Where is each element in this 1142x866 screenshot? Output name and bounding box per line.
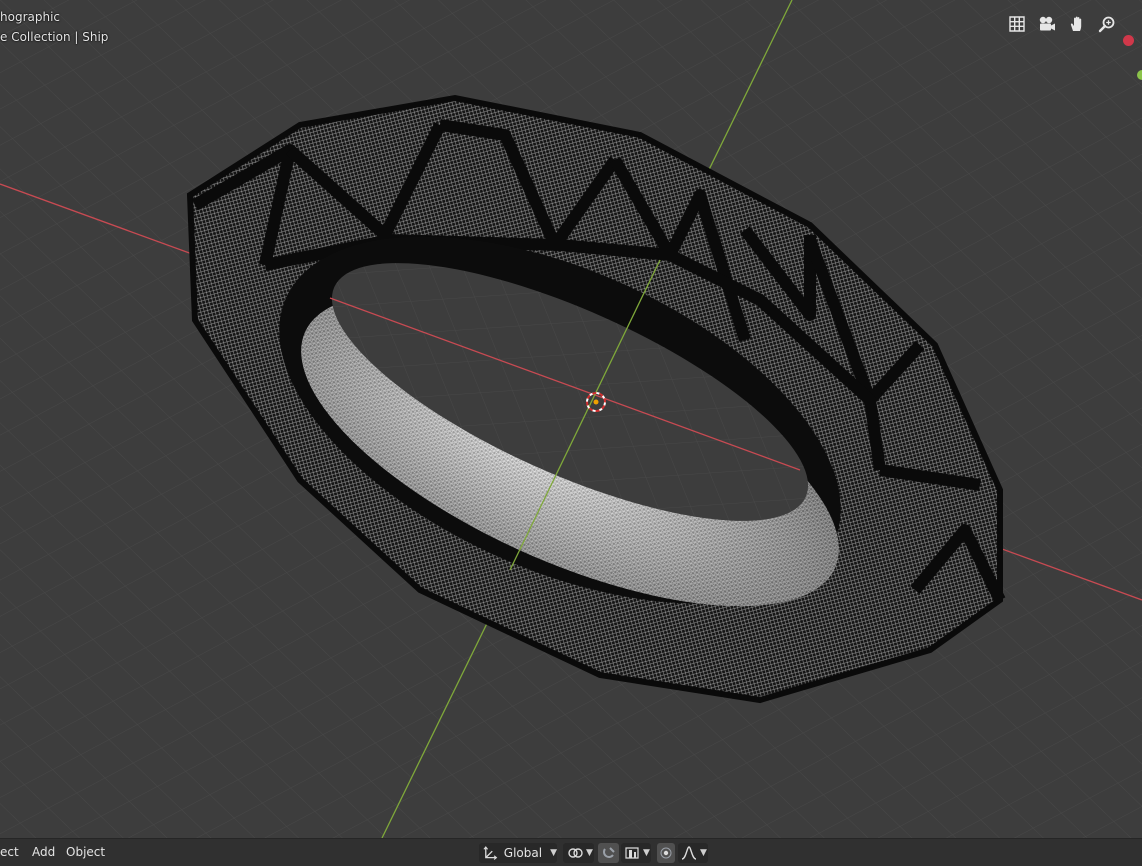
view-name-label: hographic <box>0 10 61 24</box>
3d-viewport[interactable]: hographic e Collection | Ship <box>0 0 1142 838</box>
magnet-snap-icon <box>602 847 615 858</box>
chevron-down-icon: ▼ <box>643 848 650 858</box>
link-pivot-icon <box>568 848 583 858</box>
object-menu[interactable]: Object <box>66 844 105 860</box>
pan-hand-icon[interactable] <box>1063 10 1091 38</box>
proportional-editing-toggle[interactable] <box>657 843 675 863</box>
chevron-down-icon: ▼ <box>700 848 707 858</box>
y-axis-gizmo-ball[interactable] <box>1137 70 1142 80</box>
snap-target-dropdown[interactable]: ▼ <box>621 843 651 863</box>
snap-increment-icon <box>625 847 639 859</box>
transform-orientation-dropdown[interactable]: Global ▼ <box>479 843 557 863</box>
pivot-point-dropdown[interactable]: ▼ <box>563 843 594 863</box>
collection-path-label: e Collection | Ship <box>0 30 109 44</box>
proportional-falloff-dropdown[interactable]: ▼ <box>678 843 708 863</box>
viewport-header-bar: ect Add Object Global ▼ ▼ ▼ ▼ <box>0 838 1142 866</box>
viewport-scene <box>0 0 1142 838</box>
falloff-curve-icon <box>681 846 697 860</box>
chevron-down-icon: ▼ <box>586 848 593 858</box>
camera-view-icon[interactable] <box>1033 10 1061 38</box>
add-menu[interactable]: Add <box>32 844 55 860</box>
transform-orientation-value: Global <box>503 846 543 860</box>
proportional-dot-icon <box>660 847 672 859</box>
snap-toggle[interactable] <box>598 843 619 863</box>
toggle-ortho-grid-icon[interactable] <box>1003 10 1031 38</box>
select-menu[interactable]: ect <box>0 844 19 860</box>
chevron-down-icon: ▼ <box>550 848 557 858</box>
x-axis-gizmo-ball[interactable] <box>1123 35 1134 46</box>
transform-orientation-icon <box>483 846 498 860</box>
zoom-magnifier-icon[interactable] <box>1093 10 1121 38</box>
